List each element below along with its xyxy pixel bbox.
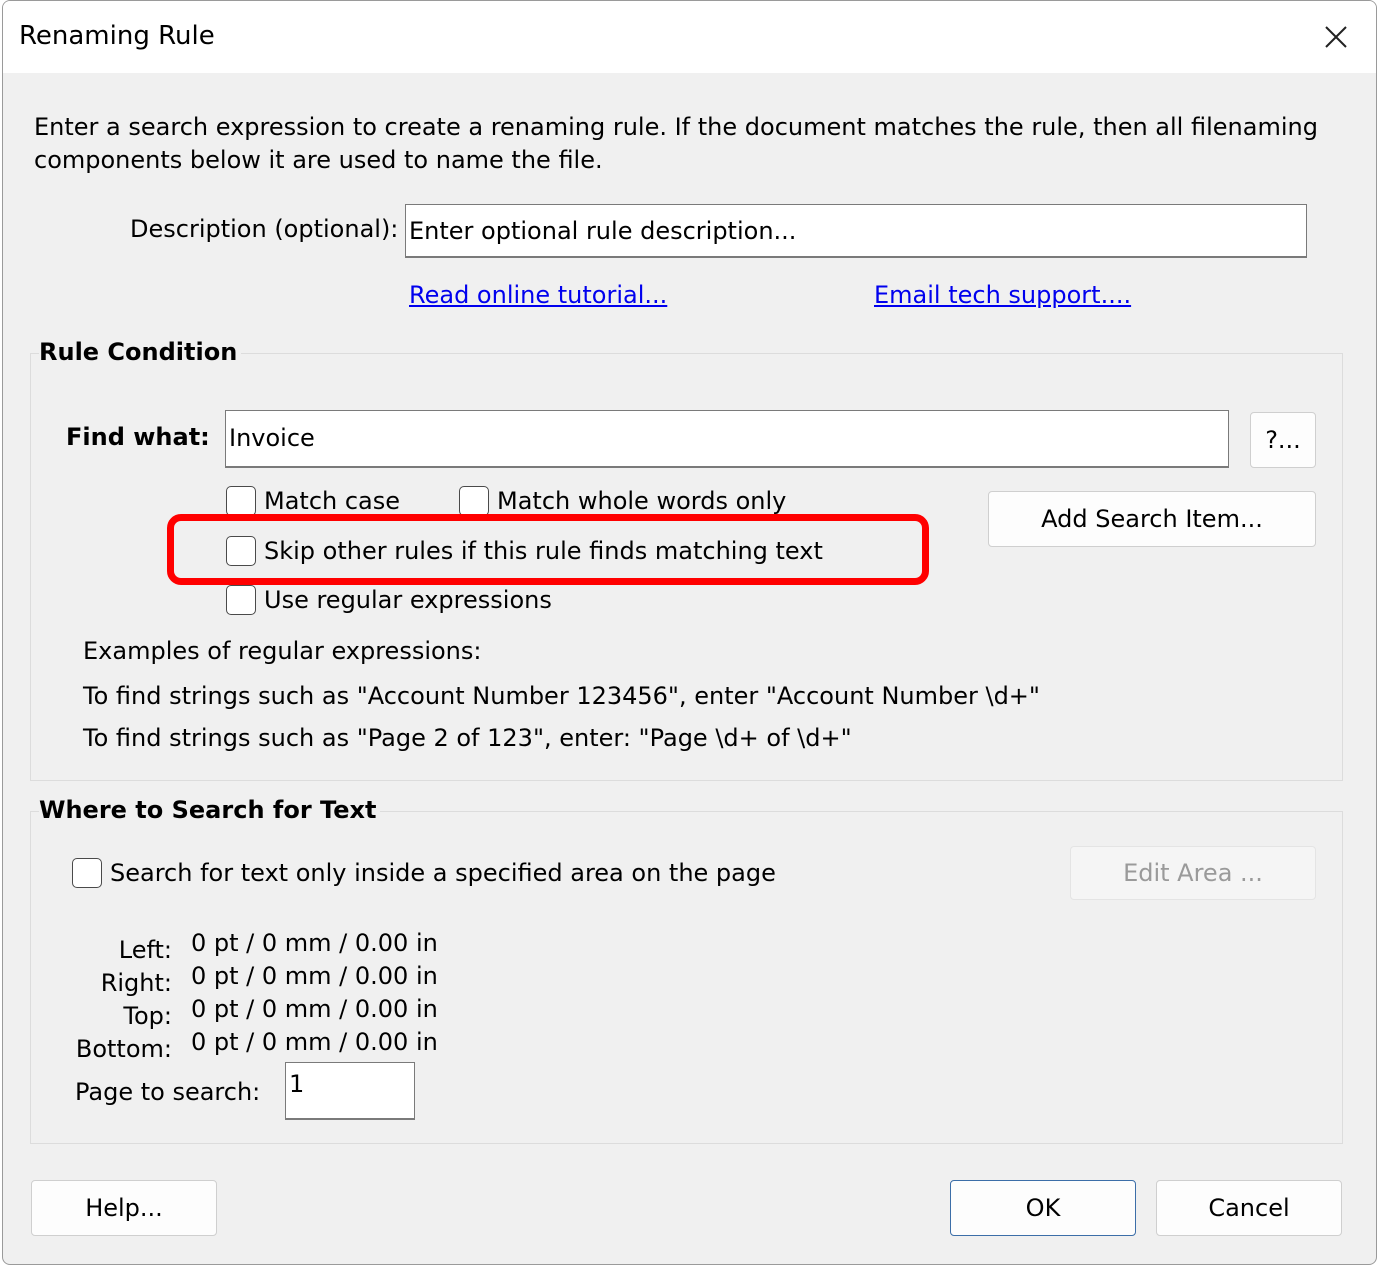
edit-area-button[interactable]: Edit Area ... — [1070, 846, 1316, 900]
use-regex-label: Use regular expressions — [264, 586, 552, 614]
help-button[interactable]: Help... — [31, 1180, 217, 1236]
right-label: Right: — [100, 969, 172, 997]
left-label: Left: — [118, 936, 172, 964]
search-area-label: Search for text only inside a specified … — [110, 859, 776, 887]
close-icon — [1325, 26, 1347, 48]
top-value: 0 pt / 0 mm / 0.00 in — [191, 995, 438, 1023]
page-to-search-input[interactable] — [285, 1062, 415, 1120]
intro-text: Enter a search expression to create a re… — [34, 113, 1318, 174]
bottom-label: Bottom: — [75, 1035, 172, 1063]
close-button[interactable] — [1296, 1, 1376, 73]
find-what-label: Find what: — [66, 423, 210, 451]
read-tutorial-link[interactable]: Read online tutorial... — [409, 281, 667, 309]
email-support-link[interactable]: Email tech support.... — [874, 281, 1131, 309]
top-label: Top: — [123, 1002, 172, 1030]
ok-button[interactable]: OK — [950, 1180, 1136, 1236]
use-regex-checkbox[interactable] — [226, 585, 256, 615]
highlight-annotation — [167, 514, 929, 585]
find-help-button[interactable]: ?... — [1250, 412, 1316, 468]
rule-condition-title: Rule Condition — [39, 338, 242, 366]
dialog-title: Renaming Rule — [19, 21, 215, 51]
description-label: Description (optional): — [130, 215, 399, 243]
left-value: 0 pt / 0 mm / 0.00 in — [191, 929, 438, 957]
match-case-label: Match case — [264, 487, 401, 515]
where-to-search-title: Where to Search for Text — [39, 796, 381, 824]
renaming-rule-dialog: Renaming Rule Enter a search expression … — [2, 0, 1377, 1265]
bottom-value: 0 pt / 0 mm / 0.00 in — [191, 1028, 438, 1056]
match-whole-words-checkbox[interactable] — [459, 486, 489, 516]
right-value: 0 pt / 0 mm / 0.00 in — [191, 962, 438, 990]
regex-example-2: To find strings such as "Page 2 of 123",… — [83, 724, 852, 752]
description-input[interactable] — [405, 204, 1307, 258]
regex-examples-title: Examples of regular expressions: — [83, 637, 482, 665]
cancel-button[interactable]: Cancel — [1156, 1180, 1342, 1236]
match-whole-words-label: Match whole words only — [497, 487, 787, 515]
add-search-item-button[interactable]: Add Search Item... — [988, 491, 1316, 547]
find-what-input[interactable] — [225, 410, 1229, 468]
title-bar: Renaming Rule — [3, 1, 1376, 73]
regex-example-1: To find strings such as "Account Number … — [83, 682, 1040, 710]
match-case-checkbox[interactable] — [226, 486, 256, 516]
search-area-checkbox[interactable] — [72, 858, 102, 888]
page-to-search-label: Page to search: — [75, 1078, 261, 1106]
